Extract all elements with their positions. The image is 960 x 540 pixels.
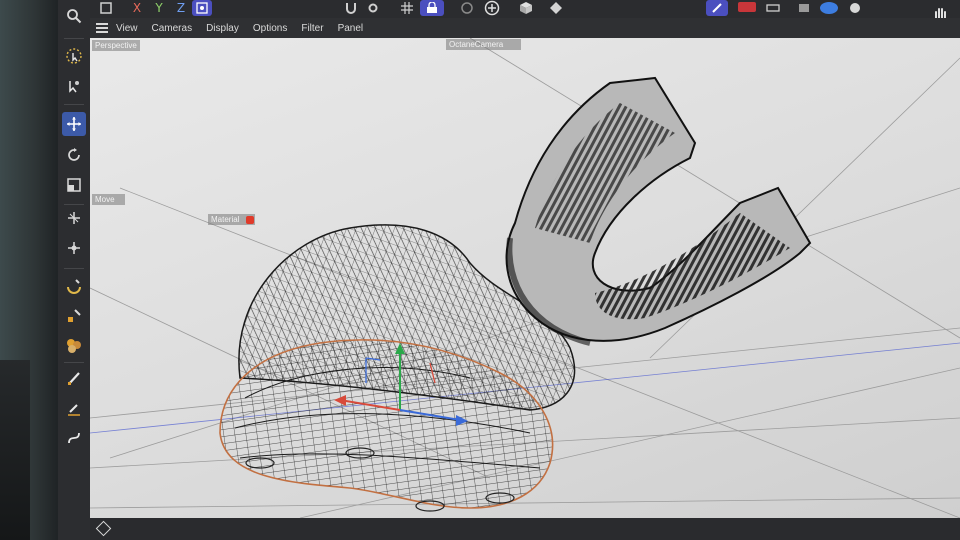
toolbar-divider — [64, 38, 84, 39]
bezel-shadow — [0, 360, 30, 540]
menu-display[interactable]: Display — [206, 23, 239, 34]
toolbar-divider — [64, 104, 84, 105]
hamburger-menu-icon[interactable] — [96, 23, 110, 33]
add-object-icon[interactable] — [482, 0, 502, 16]
grid-icon[interactable] — [398, 0, 416, 16]
material-icon[interactable] — [62, 334, 86, 358]
gear-icon[interactable] — [364, 0, 382, 16]
transform-icon[interactable] — [62, 236, 86, 260]
timeline-icon[interactable] — [764, 0, 782, 16]
generator-icon[interactable] — [546, 0, 566, 16]
render-region-icon[interactable] — [458, 0, 476, 16]
paint-icon[interactable] — [62, 304, 86, 328]
live-selection-icon[interactable] — [62, 44, 86, 68]
cinema4d-window: X Y Z View Cameras Display Options Filte… — [58, 0, 960, 540]
snap-lock-icon[interactable] — [420, 0, 444, 16]
top-toolbar: X Y Z — [58, 0, 960, 21]
cube-icon[interactable] — [516, 0, 536, 16]
axis-z-toggle[interactable]: Z — [174, 0, 188, 16]
3d-viewport[interactable]: Perspective OctaneCamera Move Material — [90, 38, 960, 518]
magnet-icon[interactable] — [62, 274, 86, 298]
toolbar-divider — [64, 204, 84, 205]
coordinate-system-icon[interactable] — [192, 0, 212, 16]
scene-wireframe — [90, 38, 960, 518]
globe-icon[interactable] — [846, 0, 864, 16]
scale-icon[interactable] — [62, 173, 86, 197]
viewport-menubar: View Cameras Display Options Filter Pane… — [90, 18, 960, 38]
pen-icon[interactable] — [62, 396, 86, 420]
toolbar-divider — [64, 268, 84, 269]
spline-icon[interactable] — [62, 426, 86, 450]
material-swatch[interactable] — [246, 216, 254, 224]
keyframe-diamond-icon[interactable] — [95, 520, 112, 537]
brush-tool-icon[interactable] — [706, 0, 728, 16]
menu-filter[interactable]: Filter — [301, 23, 323, 34]
move-tool-icon[interactable] — [62, 206, 86, 230]
move-icon[interactable] — [62, 112, 86, 136]
toolbar-divider — [64, 362, 84, 363]
layout-icon[interactable] — [796, 0, 812, 16]
undo-icon[interactable] — [98, 0, 114, 16]
axis-x-toggle[interactable]: X — [130, 0, 144, 16]
left-toolbar — [58, 0, 90, 540]
camera-label[interactable]: OctaneCamera — [446, 39, 522, 50]
axis-y-toggle[interactable]: Y — [152, 0, 166, 16]
magnet-snap-icon[interactable] — [342, 0, 360, 16]
bottom-bar — [90, 518, 960, 540]
octane-icon[interactable] — [820, 2, 838, 14]
record-icon[interactable] — [738, 2, 756, 12]
menu-panel[interactable]: Panel — [338, 23, 364, 34]
search-icon[interactable] — [62, 4, 86, 28]
menu-view[interactable]: View — [116, 23, 138, 34]
brush-icon[interactable] — [62, 366, 86, 390]
move-tool-label: Move — [92, 194, 125, 205]
rotate-icon[interactable] — [62, 143, 86, 167]
select-tools-icon[interactable] — [62, 74, 86, 98]
menu-options[interactable]: Options — [253, 23, 287, 34]
monitor-bezel — [0, 0, 58, 540]
menu-cameras[interactable]: Cameras — [152, 23, 193, 34]
perspective-label: Perspective — [92, 40, 140, 51]
